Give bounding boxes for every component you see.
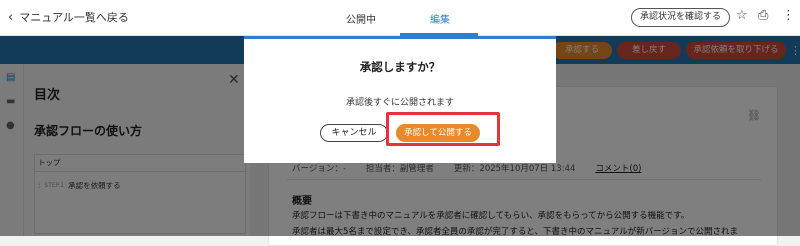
back-link-label: マニュアル一覧へ戻る xyxy=(19,11,129,24)
print-icon[interactable]: ⎙ xyxy=(758,8,768,23)
check-approval-status-button[interactable]: 承認状況を確認する xyxy=(631,8,731,27)
chevron-left-icon: ‹ xyxy=(8,9,14,25)
more-vertical-icon[interactable]: ⋮ xyxy=(782,8,795,23)
back-link[interactable]: ‹ マニュアル一覧へ戻る xyxy=(8,9,129,25)
star-icon[interactable]: ☆ xyxy=(736,8,748,23)
highlight-box xyxy=(386,112,500,146)
tab-published[interactable]: 公開中 xyxy=(346,11,376,26)
dialog-message: 承認後すぐに公開されます xyxy=(345,98,454,108)
dialog-title: 承認しますか？ xyxy=(359,60,441,74)
tab-edit[interactable]: 編集 xyxy=(430,11,450,26)
top-bar: ‹ マニュアル一覧へ戻る 公開中 編集 承認状況を確認する ☆ ⎙ ⋮ xyxy=(0,0,800,36)
cancel-button[interactable]: キャンセル xyxy=(320,124,388,142)
